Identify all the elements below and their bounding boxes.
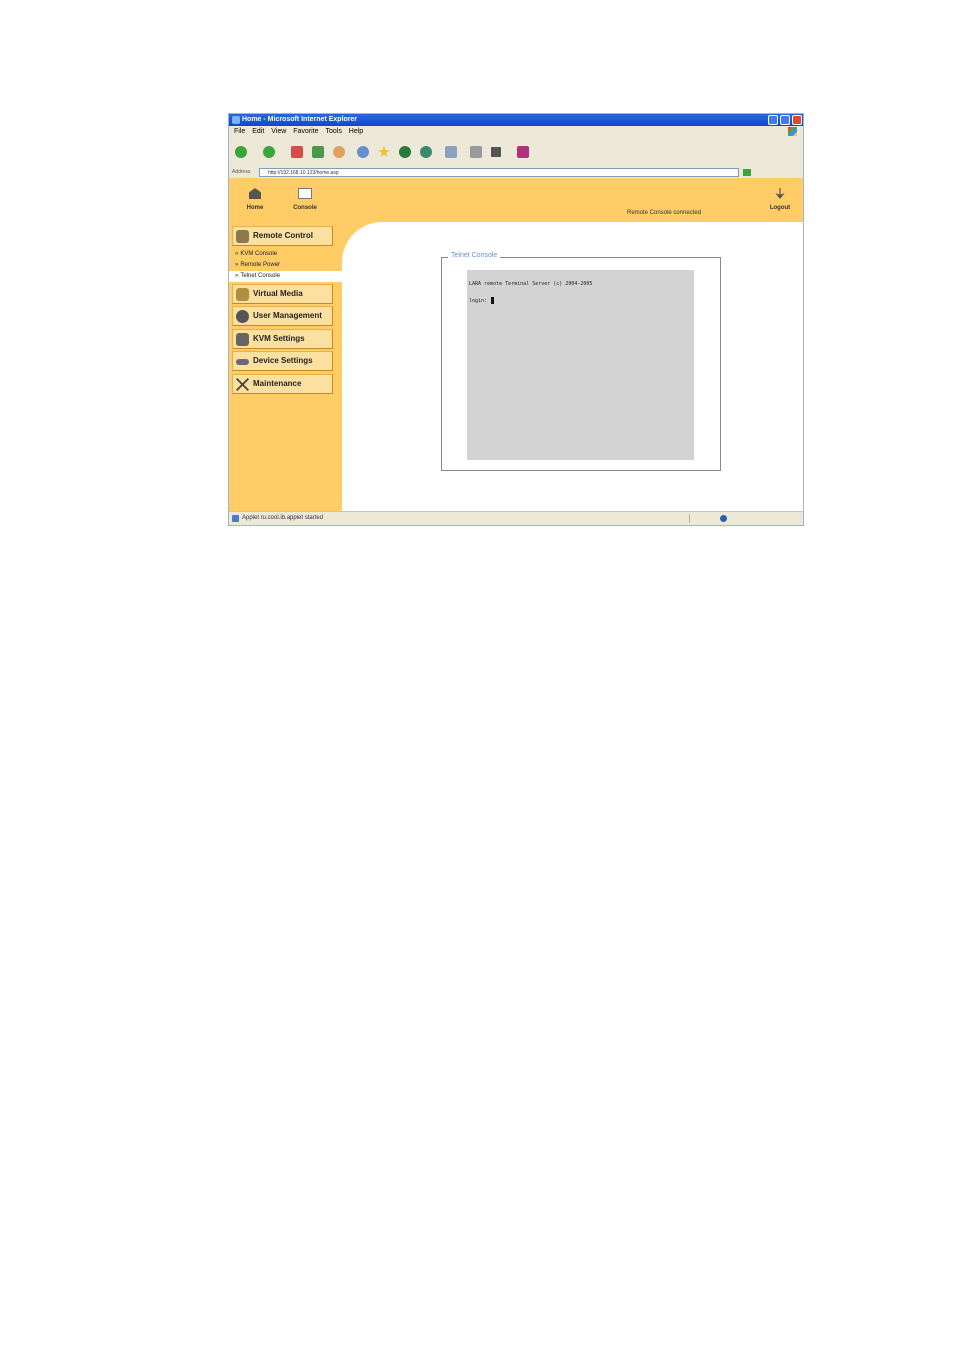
maximize-button[interactable] <box>780 115 790 125</box>
address-input[interactable]: http://192.168.10.123/home.asp <box>259 168 739 177</box>
menu-tools[interactable]: Tools <box>326 128 342 135</box>
ie-icon <box>232 116 240 124</box>
back-icon[interactable] <box>235 146 247 158</box>
nav-home-label: Home <box>246 205 264 211</box>
user-management-icon <box>236 310 249 323</box>
internet-zone-icon <box>720 515 727 522</box>
sidebar-item-label: Virtual Media <box>253 289 303 298</box>
nav-console-label: Console <box>293 205 317 211</box>
bullet-icon: » <box>235 273 239 279</box>
forward-icon[interactable] <box>263 146 275 158</box>
top-nav: Home Console Remote Console connected Lo… <box>229 178 803 222</box>
menu-view[interactable]: View <box>271 128 286 135</box>
sidebar: Remote Control » KVM Console » Remote Powe… <box>229 222 342 513</box>
stop-icon[interactable] <box>291 146 303 158</box>
bullet-icon: » <box>235 251 239 257</box>
sidebar-subitem-label: KVM Console <box>240 251 278 257</box>
home-icon <box>249 188 261 199</box>
home-icon[interactable] <box>333 146 345 158</box>
sidebar-item-remote-control[interactable]: Remote Control <box>232 226 333 246</box>
remote-control-icon <box>236 230 249 243</box>
virtual-media-icon <box>236 288 249 301</box>
terminal-prompt: login: <box>469 297 495 304</box>
terminal-banner: LARA remote Terminal Server (c) 2004-200… <box>469 281 593 287</box>
sidebar-item-maintenance[interactable]: Maintenance <box>232 374 333 394</box>
terminal-cursor <box>491 297 495 304</box>
console-icon <box>298 188 312 199</box>
nav-console-button[interactable]: Console <box>287 188 323 211</box>
search-icon[interactable] <box>357 146 369 158</box>
sidebar-item-device-settings[interactable]: Device Settings <box>232 351 333 371</box>
sidebar-subitem-kvm-console[interactable]: » KVM Console <box>235 249 277 260</box>
sidebar-item-kvm-settings[interactable]: KVM Settings <box>232 329 333 349</box>
status-bar: Applet ru.cool.ib.applet started <box>229 511 803 525</box>
menu-file[interactable]: File <box>234 128 245 135</box>
refresh-icon[interactable] <box>312 146 324 158</box>
go-icon[interactable] <box>743 169 751 176</box>
bullet-icon: » <box>235 262 239 268</box>
edit-icon[interactable] <box>491 147 501 157</box>
status-text: Applet ru.cool.ib.applet started <box>242 515 324 521</box>
connection-status: Remote Console connected <box>627 210 702 216</box>
status-divider <box>689 514 690 523</box>
sidebar-item-label: KVM Settings <box>253 334 305 343</box>
media-icon[interactable] <box>399 146 411 158</box>
panel-legend: Telnet Console <box>448 252 501 259</box>
sidebar-subitem-label: Remote Power <box>240 262 281 268</box>
minimize-button[interactable] <box>768 115 778 125</box>
logout-label: Logout <box>769 205 791 211</box>
windows-logo-icon <box>788 127 797 136</box>
history-icon[interactable] <box>420 146 432 158</box>
maintenance-icon <box>236 378 249 391</box>
mail-icon[interactable] <box>445 146 457 158</box>
messenger-icon[interactable] <box>517 146 529 158</box>
sidebar-subitem-telnet-console[interactable]: » Telnet Console <box>229 271 342 282</box>
telnet-console-panel: Telnet Console LARA remote Terminal Serv… <box>441 252 721 471</box>
sidebar-item-user-management[interactable]: User Management <box>232 306 333 326</box>
sidebar-item-label: User Management <box>253 311 322 320</box>
sidebar-item-virtual-media[interactable]: Virtual Media <box>232 284 333 304</box>
menu-help[interactable]: Help <box>349 128 363 135</box>
favorites-icon[interactable] <box>378 146 390 157</box>
sidebar-item-label: Remote Control <box>253 231 313 240</box>
logout-icon <box>775 188 785 199</box>
address-label: Address <box>232 169 251 175</box>
title-bar: Home - Microsoft Internet Explorer <box>229 114 803 126</box>
app-page: Home Console Remote Console connected Lo… <box>229 178 803 513</box>
close-button[interactable] <box>792 115 802 125</box>
toolbar <box>229 137 803 168</box>
nav-home-button[interactable]: Home <box>241 188 269 211</box>
menu-favorite[interactable]: Favorite <box>293 128 318 135</box>
logout-button[interactable]: Logout <box>767 188 793 211</box>
kvm-settings-icon <box>236 333 249 346</box>
sidebar-subitem-remote-power[interactable]: » Remote Power <box>235 260 280 271</box>
browser-window: Home - Microsoft Internet Explorer File … <box>228 113 804 526</box>
sidebar-subitem-label: Telnet Console <box>240 273 281 279</box>
print-icon[interactable] <box>470 146 482 158</box>
menu-edit[interactable]: Edit <box>252 128 264 135</box>
main-content: Telnet Console LARA remote Terminal Serv… <box>344 222 803 513</box>
sidebar-item-label: Maintenance <box>253 379 302 388</box>
telnet-terminal[interactable]: LARA remote Terminal Server (c) 2004-200… <box>467 270 694 460</box>
login-prompt: login: <box>469 298 488 304</box>
address-bar: Address http://192.168.10.123/home.asp <box>229 167 803 178</box>
page-icon <box>232 515 239 522</box>
menu-bar: File Edit View Favorite Tools Help <box>229 126 803 137</box>
sidebar-item-label: Device Settings <box>253 356 313 365</box>
window-title: Home - Microsoft Internet Explorer <box>242 116 358 123</box>
device-settings-icon <box>236 359 249 365</box>
